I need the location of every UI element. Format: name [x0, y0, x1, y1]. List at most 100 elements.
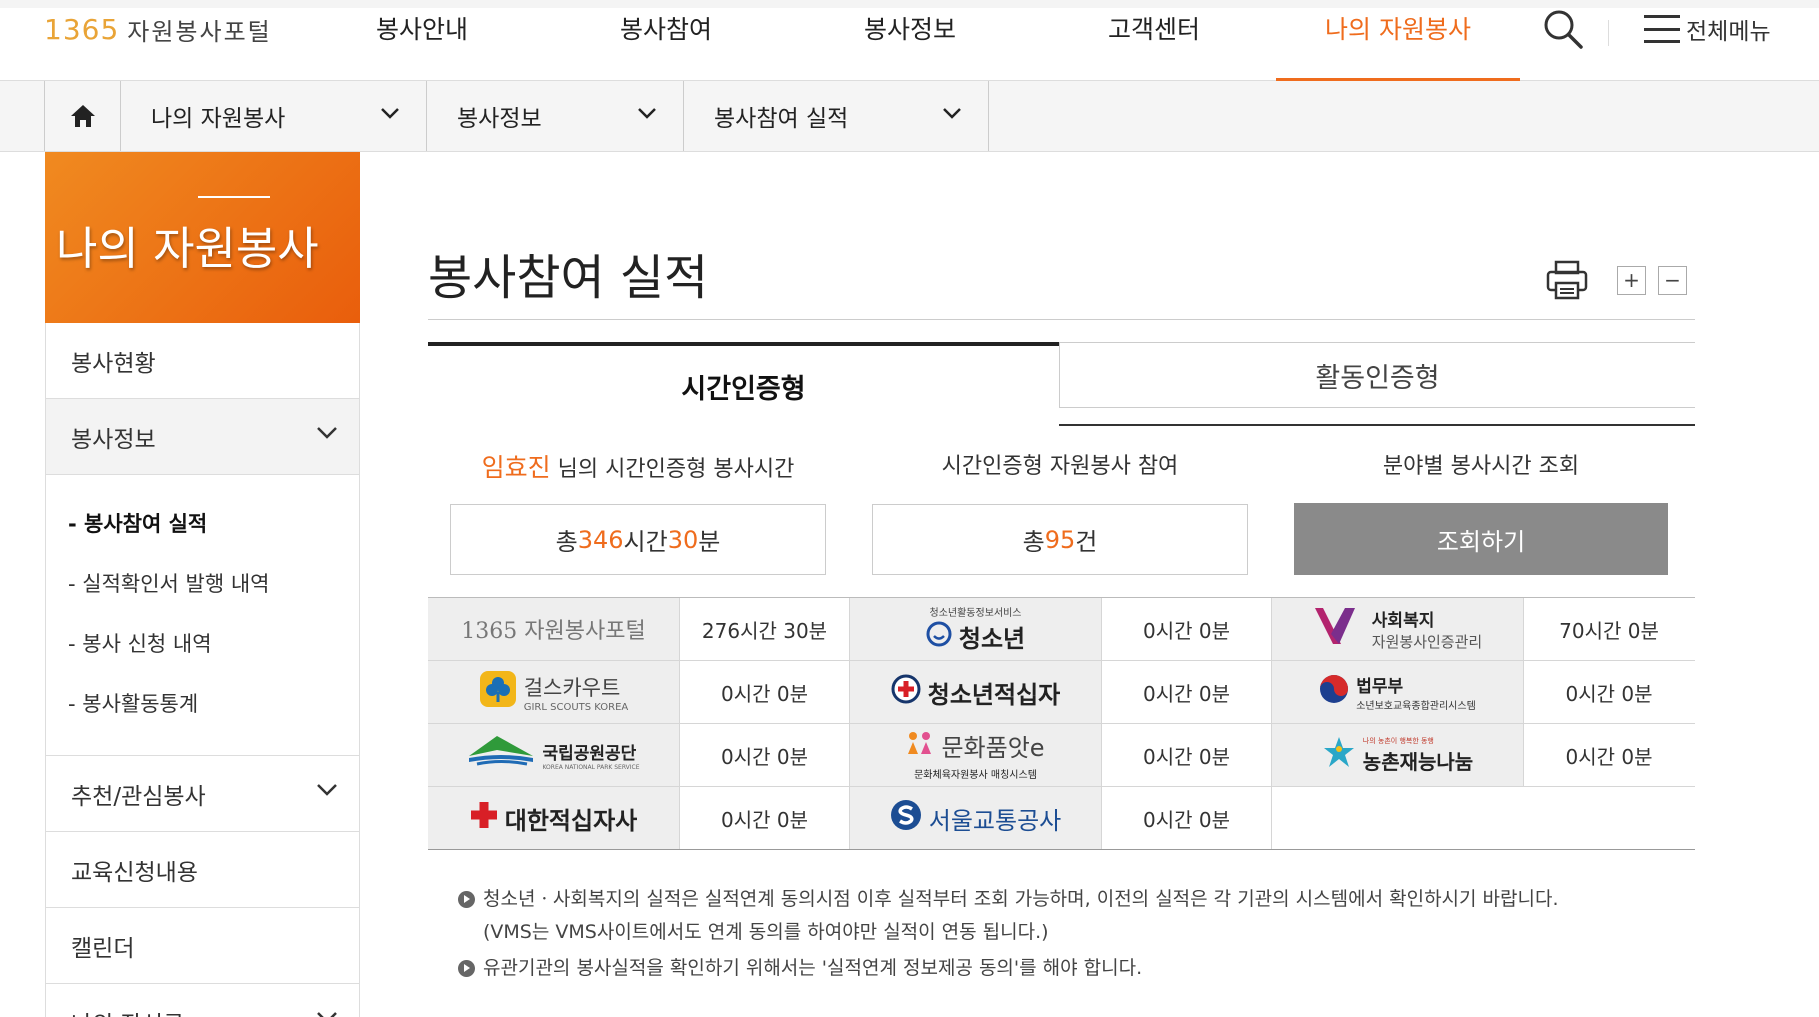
hours-label-text: 님의 시간인증형 봉사시간	[550, 457, 795, 482]
institution-logo-1365: 1365 자원봉사포털	[428, 598, 680, 660]
breadcrumb-my-volunteer[interactable]: 나의 자원봉사	[120, 81, 426, 151]
home-button[interactable]	[44, 81, 120, 151]
header-divider	[1608, 20, 1609, 46]
sidebar-item-label: 봉사정보	[71, 426, 156, 453]
page-title: 봉사참여 실적	[428, 250, 709, 306]
smile-icon	[926, 621, 952, 653]
chevron-down-icon	[943, 108, 961, 119]
sidebar-item-calendar[interactable]: 캘린더	[46, 908, 359, 984]
nav-participate[interactable]: 봉사참여	[544, 0, 788, 81]
nav-info[interactable]: 봉사정보	[788, 0, 1032, 81]
sidebar-submenu: - 봉사참여 실적 - 실적확인서 발행 내역 - 봉사 신청 내역 - 봉사활…	[46, 475, 359, 756]
home-icon	[70, 105, 95, 127]
sidebar-item-label: 나의 작성글	[71, 1005, 184, 1017]
institution-hours: 0시간 0분	[1102, 724, 1272, 786]
breadcrumb-results[interactable]: 봉사참여 실적	[683, 81, 989, 151]
all-menu-button[interactable]: 전체메뉴	[1644, 12, 1771, 46]
taegeuk-icon	[1319, 674, 1349, 710]
tab-time-cert[interactable]: 시간인증형	[428, 342, 1059, 426]
sidebar-item-recommend[interactable]: 추천/관심봉사	[46, 756, 359, 832]
count-summary-label: 시간인증형 자원봉사 참여	[941, 454, 1179, 479]
arrow-bullet-icon	[458, 891, 475, 908]
table-row: 1365 자원봉사포털 276시간 30분 청소년활동정보서비스 청소년 0시간…	[428, 598, 1695, 661]
institution-hours: 0시간 0분	[1102, 598, 1272, 660]
sidebar-item-status[interactable]: 봉사현황	[46, 323, 359, 399]
institution-logo-culture: 문화품앗e 문화체육자원봉사 매칭시스템	[850, 724, 1102, 786]
table-row: 대한적십자사 0시간 0분 서울교통공사 0시간 0분	[428, 787, 1695, 850]
chevron-down-icon	[381, 108, 399, 119]
tab-activity-cert[interactable]: 활동인증형	[1059, 342, 1695, 408]
institution-name: 법무부	[1356, 677, 1404, 697]
nav-my-volunteer[interactable]: 나의 자원봉사	[1276, 0, 1520, 81]
submenu-certificate-history[interactable]: - 실적확인서 발행 내역	[68, 553, 359, 613]
nav-guide[interactable]: 봉사안내	[300, 0, 544, 81]
submenu-results[interactable]: - 봉사참여 실적	[68, 493, 359, 553]
submenu-statistics[interactable]: - 봉사활동통계	[68, 673, 359, 733]
breadcrumb-label: 봉사정보	[457, 106, 542, 132]
top-header: 1365 자원봉사포털 봉사안내 봉사참여 봉사정보 고객센터 나의 자원봉사 …	[0, 0, 1819, 81]
breadcrumb-info[interactable]: 봉사정보	[426, 81, 683, 151]
institution-hours: 0시간 0분	[680, 724, 850, 786]
submenu-application-history[interactable]: - 봉사 신청 내역	[68, 613, 359, 673]
sidebar-menu: 봉사현황 봉사정보 - 봉사참여 실적 - 실적확인서 발행 내역 - 봉사 신…	[45, 323, 360, 1017]
site-logo[interactable]: 1365 자원봉사포털	[44, 12, 272, 47]
institution-name: 사회복지	[1371, 611, 1435, 631]
institution-logo-seoul-metro: 서울교통공사	[850, 787, 1102, 849]
chevron-down-icon	[317, 784, 337, 796]
sidebar-item-education[interactable]: 교육신청내용	[46, 832, 359, 908]
page-tools: + −	[1545, 258, 1687, 302]
metro-s-icon	[890, 799, 922, 837]
chevron-down-icon	[317, 1012, 337, 1017]
hours-prefix: 총	[555, 528, 578, 556]
institution-name: 대한적십자사	[504, 806, 638, 835]
search-button[interactable]	[1540, 6, 1586, 52]
youth-logo: 청소년활동정보서비스 청소년	[926, 604, 1025, 654]
institution-logo-youth: 청소년활동정보서비스 청소년	[850, 598, 1102, 660]
notice-item: 유관기관의 봉사실적을 확인하기 위해서는 '실적연계 정보제공 동의'를 해야…	[458, 952, 1559, 985]
notice-text: (VMS는 VMS사이트에서도 연계 동의를 하여야만 실적이 연동 됩니다.)	[483, 921, 1049, 943]
zoom-in-button[interactable]: +	[1617, 265, 1646, 295]
institution-name: 청소년적십자	[927, 680, 1061, 709]
count-prefix: 총	[1022, 528, 1045, 556]
mountain-icon	[467, 734, 535, 776]
sidebar-header: 나의 자원봉사	[45, 152, 360, 323]
logo-number: 1365	[44, 13, 120, 46]
institution-name: 1365 자원봉사포털	[461, 619, 646, 644]
institution-hours: 0시간 0분	[680, 661, 850, 723]
institution-name: 서울교통공사	[928, 806, 1062, 835]
chevron-down-icon	[638, 108, 656, 119]
minutes-unit: 분	[698, 528, 721, 556]
star-person-icon	[1322, 735, 1356, 775]
search-icon	[1544, 10, 1583, 49]
print-button[interactable]	[1545, 258, 1589, 302]
field-summary-label: 분야별 봉사시간 조회	[1382, 454, 1580, 479]
main-nav: 봉사안내 봉사참여 봉사정보 고객센터 나의 자원봉사	[300, 0, 1520, 81]
breadcrumb: 나의 자원봉사 봉사정보 봉사참여 실적	[0, 81, 1819, 152]
institution-name: 농촌재능나눔	[1362, 749, 1474, 774]
field-lookup-button[interactable]: 조회하기	[1294, 503, 1668, 575]
nav-customer-center[interactable]: 고객센터	[1032, 0, 1276, 81]
red-cross-circle-icon	[891, 674, 921, 710]
institution-hours: 0시간 0분	[680, 787, 850, 849]
breadcrumb-label: 나의 자원봉사	[151, 106, 286, 132]
institution-hours: 0시간 0분	[1524, 661, 1694, 723]
total-minutes: 30	[667, 525, 699, 554]
zoom-out-button[interactable]: −	[1658, 265, 1687, 295]
institution-sub: 자원봉사인증관리	[1371, 633, 1483, 651]
institution-hours: 70시간 0분	[1524, 598, 1694, 660]
notice-list: 청소년ㆍ사회복지의 실적은 실적연계 동의시점 이후 실적부터 조회 가능하며,…	[458, 883, 1559, 985]
hamburger-icon	[1644, 15, 1680, 43]
user-name: 임효진	[481, 453, 551, 482]
hours-summary-label: 임효진 님의 시간인증형 봉사시간	[450, 448, 826, 484]
institution-logo-youth-redcross: 청소년적십자	[850, 661, 1102, 723]
empty-cell	[1272, 787, 1694, 849]
breadcrumb-label: 봉사참여 실적	[714, 106, 849, 132]
institution-logo-welfare: 사회복지자원봉사인증관리	[1272, 598, 1524, 660]
sidebar-item-info[interactable]: 봉사정보	[46, 399, 359, 475]
institution-hours: 0시간 0분	[1102, 661, 1272, 723]
table-row: 걸스카우트 GIRL SCOUTS KOREA 0시간 0분 청소년적십자 0시간…	[428, 661, 1695, 724]
arrow-bullet-icon	[458, 960, 475, 977]
sidebar-item-label: 캘린더	[71, 935, 135, 962]
sidebar-item-my-posts[interactable]: 나의 작성글	[46, 984, 359, 1017]
institution-hours: 0시간 0분	[1102, 787, 1272, 849]
